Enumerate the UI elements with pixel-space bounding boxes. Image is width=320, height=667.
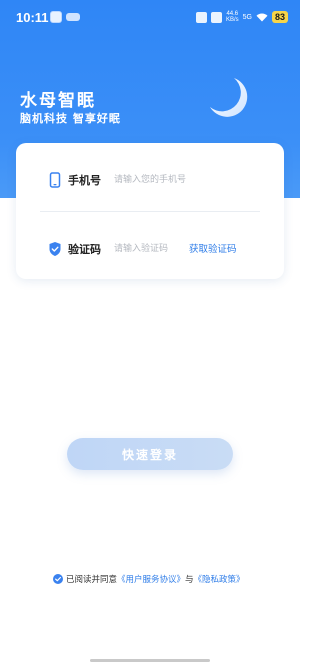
verification-code-input[interactable] xyxy=(114,240,188,258)
status-time: 10:11 xyxy=(16,10,49,25)
status-indicators: 44.6 KB/s 5G 83 xyxy=(195,9,288,25)
shield-check-icon xyxy=(49,242,61,256)
notification-badge-icon xyxy=(66,13,80,21)
mute-icon xyxy=(210,11,222,23)
form-divider xyxy=(40,211,260,212)
phone-label: 手机号 xyxy=(68,174,101,187)
app-title: 水母智眠 xyxy=(20,91,96,111)
wifi-icon xyxy=(256,13,268,21)
privacy-policy-link[interactable]: 《隐私政策》 xyxy=(194,573,245,585)
status-bar: 10:11 44.6 KB/s 5G 83 xyxy=(0,0,300,34)
phone-input[interactable] xyxy=(114,171,238,189)
verification-code-row: 验证码 获取验证码 xyxy=(16,229,284,269)
alarm-icon xyxy=(195,11,207,23)
home-indicator[interactable] xyxy=(90,659,210,662)
login-form-card: 手机号 验证码 获取验证码 xyxy=(16,143,284,279)
quick-login-button[interactable]: 快速登录 xyxy=(67,438,233,470)
battery-indicator: 83 xyxy=(271,11,288,23)
code-label: 验证码 xyxy=(68,243,101,256)
agreement-checkbox[interactable] xyxy=(53,574,63,584)
network-speed-unit: KB/s xyxy=(225,17,239,23)
moon-icon xyxy=(210,78,248,117)
agreement-conjunction: 与 xyxy=(185,575,194,585)
agreement-line: 已阅读并同意 《用户服务协议》 与 《隐私政策》 xyxy=(53,572,245,586)
notification-app-icon xyxy=(50,11,62,23)
phone-row: 手机号 xyxy=(16,160,284,200)
user-agreement-link[interactable]: 《用户服务协议》 xyxy=(117,573,185,585)
phone-icon xyxy=(49,172,61,188)
network-speed: 44.6 KB/s xyxy=(226,11,239,23)
get-code-button[interactable]: 获取验证码 xyxy=(189,241,237,255)
network-type: 5G xyxy=(242,13,252,21)
app-slogan: 脑机科技 智享好眠 xyxy=(20,112,121,125)
agreement-prefix: 已阅读并同意 xyxy=(66,575,118,585)
